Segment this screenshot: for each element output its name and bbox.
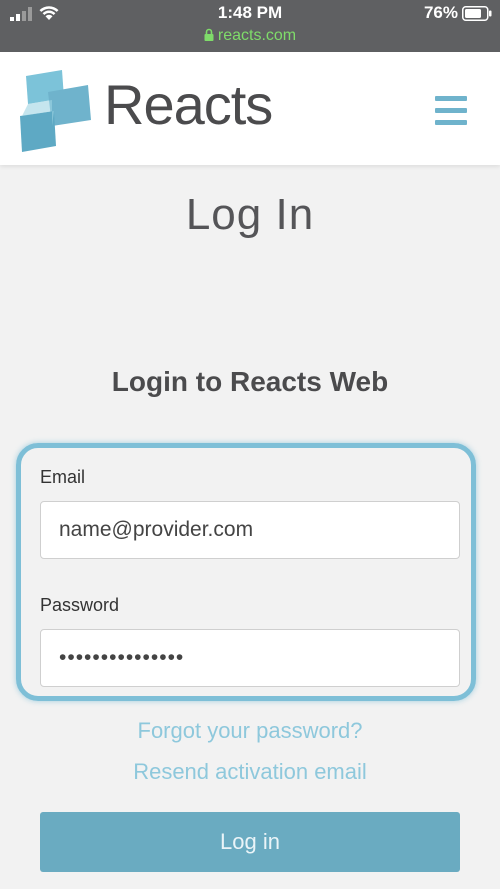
url-bar[interactable]: reacts.com: [0, 27, 500, 45]
reacts-logo-icon[interactable]: [18, 70, 98, 152]
email-label: Email: [40, 467, 86, 487]
url-text: reacts.com: [217, 27, 297, 44]
resend-activation-link[interactable]: Resend activation email: [0, 759, 500, 785]
lock-icon: [204, 28, 214, 41]
page-title: Log In: [185, 190, 315, 239]
battery-icon: [462, 6, 492, 21]
brand-name: Reacts: [104, 73, 273, 136]
menu-bar: [435, 96, 467, 101]
login-button[interactable]: Log in: [40, 812, 460, 872]
form-heading: Login to Reacts Web: [111, 366, 389, 397]
site-header: Reacts: [0, 52, 500, 165]
forgot-password-link[interactable]: Forgot your password?: [0, 718, 500, 744]
password-label: Password: [40, 595, 120, 615]
status-bar: 1:48 PM reacts.com 76%: [0, 0, 500, 52]
battery-percentage: 76%: [423, 3, 458, 22]
hamburger-menu-icon[interactable]: [435, 96, 467, 132]
email-field[interactable]: [40, 501, 460, 559]
menu-bar: [435, 120, 467, 125]
password-field[interactable]: [40, 629, 460, 687]
menu-bar: [435, 108, 467, 113]
